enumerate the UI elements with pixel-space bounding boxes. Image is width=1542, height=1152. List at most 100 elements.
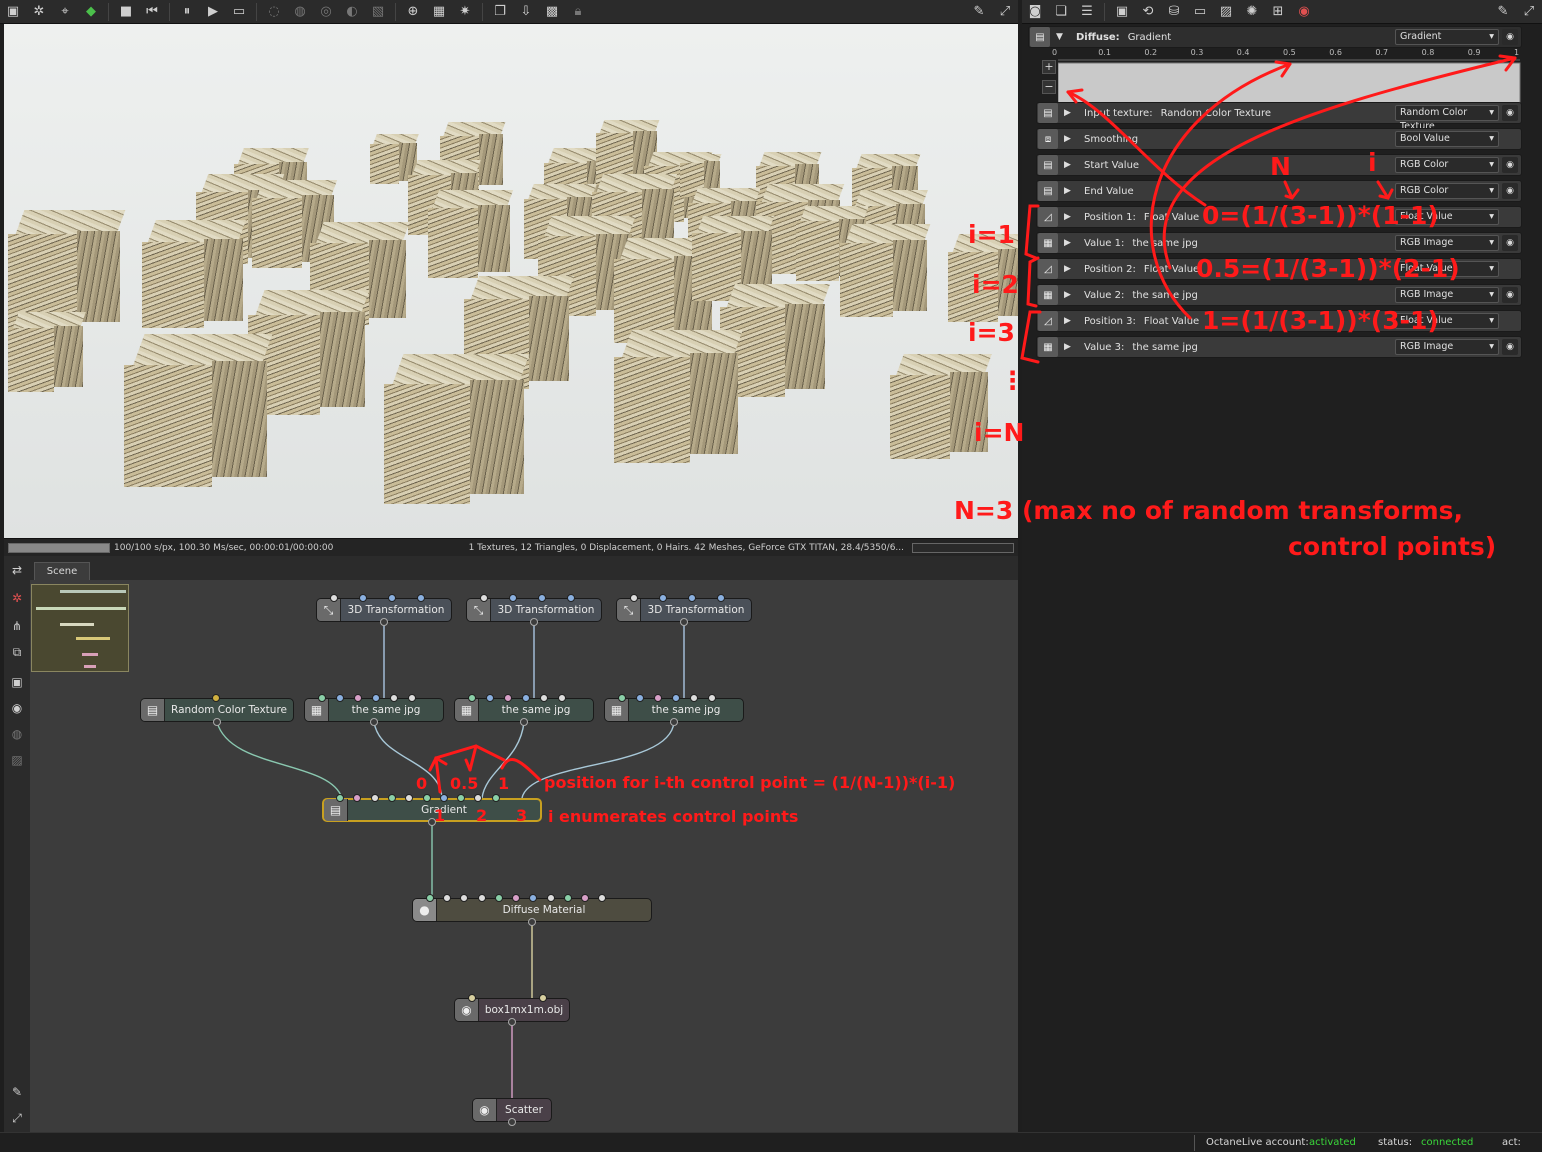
diffuse-type-select[interactable]: Gradient — [1395, 29, 1499, 45]
expand-arrow-icon[interactable]: ▶ — [1064, 238, 1078, 248]
output-pin[interactable] — [508, 1018, 516, 1026]
expand-arrow-icon[interactable]: ▶ — [1064, 212, 1078, 222]
arrange-icon[interactable]: ⇄ — [9, 562, 25, 578]
stop-icon[interactable]: ■ — [116, 2, 136, 22]
eye-icon[interactable]: ◉ — [1502, 157, 1518, 173]
image-icon[interactable]: ▣ — [1112, 2, 1132, 22]
input-pin[interactable] — [477, 894, 486, 902]
render-viewport[interactable] — [4, 24, 1018, 538]
output-pin[interactable] — [520, 718, 528, 726]
output-pin[interactable] — [530, 618, 538, 626]
list-icon[interactable]: ☰ — [1077, 2, 1097, 22]
geometry-icon[interactable]: ◍ — [9, 726, 25, 742]
input-pin[interactable] — [538, 994, 547, 1002]
eye-icon[interactable]: ◉ — [1502, 183, 1518, 199]
input-pin[interactable] — [387, 794, 396, 802]
input-pin[interactable] — [566, 594, 575, 602]
expand-arrow-icon[interactable]: ▶ — [1064, 290, 1078, 300]
wrench-icon[interactable]: ✎ — [1493, 2, 1513, 22]
group-icon[interactable]: ⧉ — [9, 644, 25, 660]
input-pin[interactable] — [426, 894, 434, 902]
input-pin[interactable] — [480, 594, 488, 602]
checker-icon[interactable]: ▩ — [542, 2, 562, 22]
eye-icon[interactable]: ◉ — [1502, 235, 1518, 251]
target-icon[interactable]: ✲ — [9, 590, 25, 606]
input-pin[interactable] — [318, 694, 326, 702]
expand-arrow-icon[interactable]: ▶ — [1064, 186, 1078, 196]
expand-arrow-icon[interactable]: ▶ — [1064, 342, 1078, 352]
node-graph-editor[interactable]: ⤡ 3D Transformation ⤡ 3D Transformation ⤡ 3D … — [30, 580, 1018, 1132]
fit-icon[interactable]: ▦ — [429, 2, 449, 22]
database-icon[interactable]: ⛁ — [1164, 2, 1184, 22]
focus-icon[interactable]: ◌ — [264, 2, 284, 22]
maximize-icon[interactable]: ⤢ — [995, 2, 1015, 22]
property-type-select[interactable]: RGB Image — [1395, 287, 1499, 303]
input-pin[interactable] — [546, 894, 555, 902]
white-balance-icon[interactable]: ◐ — [342, 2, 362, 22]
collapse-arrow-icon[interactable]: ▼ — [1056, 32, 1070, 42]
property-type-select[interactable]: RGB Image — [1395, 235, 1499, 251]
maximize-icon[interactable]: ⤢ — [1519, 2, 1539, 22]
output-pin[interactable] — [213, 718, 221, 726]
picture-icon[interactable]: ▨ — [1216, 2, 1236, 22]
property-row-value-2[interactable]: ▦ ▶ Value 2: the same jpg RGB Image◉ — [1036, 284, 1522, 306]
output-pin[interactable] — [670, 718, 678, 726]
output-pin[interactable] — [528, 918, 536, 926]
display-icon[interactable]: ▭ — [1190, 2, 1210, 22]
expand-arrow-icon[interactable]: ▶ — [1064, 160, 1078, 170]
input-pin[interactable] — [358, 594, 367, 602]
object-picker-icon[interactable]: ◎ — [316, 2, 336, 22]
input-pin[interactable] — [491, 794, 500, 802]
drop-icon[interactable]: ◉ — [1294, 2, 1314, 22]
property-type-select[interactable]: Bool Value — [1395, 131, 1499, 147]
diffuse-header-row[interactable]: ▤ ▼ Diffuse: Gradient Gradient ◉ — [1028, 26, 1522, 48]
monitor-icon[interactable]: ▭ — [229, 2, 249, 22]
eye-icon[interactable]: ◉ — [1502, 105, 1518, 121]
property-row-input-texture[interactable]: ▤ ▶ Input texture: Random Color Texture Rand… — [1036, 102, 1522, 132]
input-pin[interactable] — [336, 794, 344, 802]
input-pin[interactable] — [636, 694, 645, 702]
zoom-icon[interactable]: ⊕ — [403, 2, 423, 22]
spark-icon[interactable]: ✷ — [455, 2, 475, 22]
eye-icon[interactable]: ◉ — [1502, 339, 1518, 355]
property-row-value-3[interactable]: ▦ ▶ Value 3: the same jpg RGB Image◉ — [1036, 336, 1522, 358]
copy-icon[interactable]: ❐ — [490, 2, 510, 22]
expand-arrow-icon[interactable]: ▶ — [1064, 134, 1078, 144]
input-pin[interactable] — [716, 594, 725, 602]
input-pin[interactable] — [387, 594, 396, 602]
output-pin[interactable] — [370, 718, 378, 726]
input-pin[interactable] — [618, 694, 626, 702]
material-icon[interactable]: ◉ — [9, 700, 25, 716]
lock-icon[interactable]: 🔒︎ — [568, 2, 588, 22]
add-point-button[interactable]: + — [1042, 60, 1056, 74]
play-icon[interactable]: ▶ — [203, 2, 223, 22]
wrench-icon[interactable]: ✎ — [9, 1084, 25, 1100]
property-row-end-value[interactable]: ▤ ▶ End Value RGB Color◉ — [1036, 180, 1522, 202]
input-pin[interactable] — [336, 694, 345, 702]
transform-icon[interactable]: ▨ — [9, 752, 25, 768]
sun-icon[interactable]: ✺ — [1242, 2, 1262, 22]
save-icon[interactable]: ▣ — [3, 2, 23, 22]
input-pin[interactable] — [439, 794, 448, 802]
input-pin[interactable] — [630, 594, 638, 602]
material-picker-icon[interactable]: ◍ — [290, 2, 310, 22]
rewind-icon[interactable]: ⏮ — [142, 2, 162, 22]
pause-icon[interactable]: ⏸ — [177, 2, 197, 22]
output-pin[interactable] — [508, 1118, 516, 1126]
input-pin[interactable] — [212, 694, 220, 702]
expand-arrow-icon[interactable]: ▶ — [1064, 316, 1078, 326]
property-type-select[interactable]: RGB Color — [1395, 157, 1499, 173]
maximize-icon[interactable]: ⤢ — [9, 1110, 25, 1126]
render-target-icon[interactable]: ✲ — [29, 2, 49, 22]
expand-arrow-icon[interactable]: ▶ — [1064, 108, 1078, 118]
cube-icon[interactable]: ◆ — [81, 2, 101, 22]
output-pin[interactable] — [680, 618, 688, 626]
property-row-value-1[interactable]: ▦ ▶ Value 1: the same jpg RGB Image◉ — [1036, 232, 1522, 254]
expand-arrow-icon[interactable]: ▶ — [1064, 264, 1078, 274]
input-pin[interactable] — [486, 694, 495, 702]
camera-icon[interactable]: ◙ — [1025, 2, 1045, 22]
property-type-select[interactable]: RGB Image — [1395, 339, 1499, 355]
layers-icon[interactable]: ❏ — [1051, 2, 1071, 22]
property-type-select[interactable]: Random Color Texture — [1395, 105, 1499, 132]
region-icon[interactable]: ▧ — [368, 2, 388, 22]
